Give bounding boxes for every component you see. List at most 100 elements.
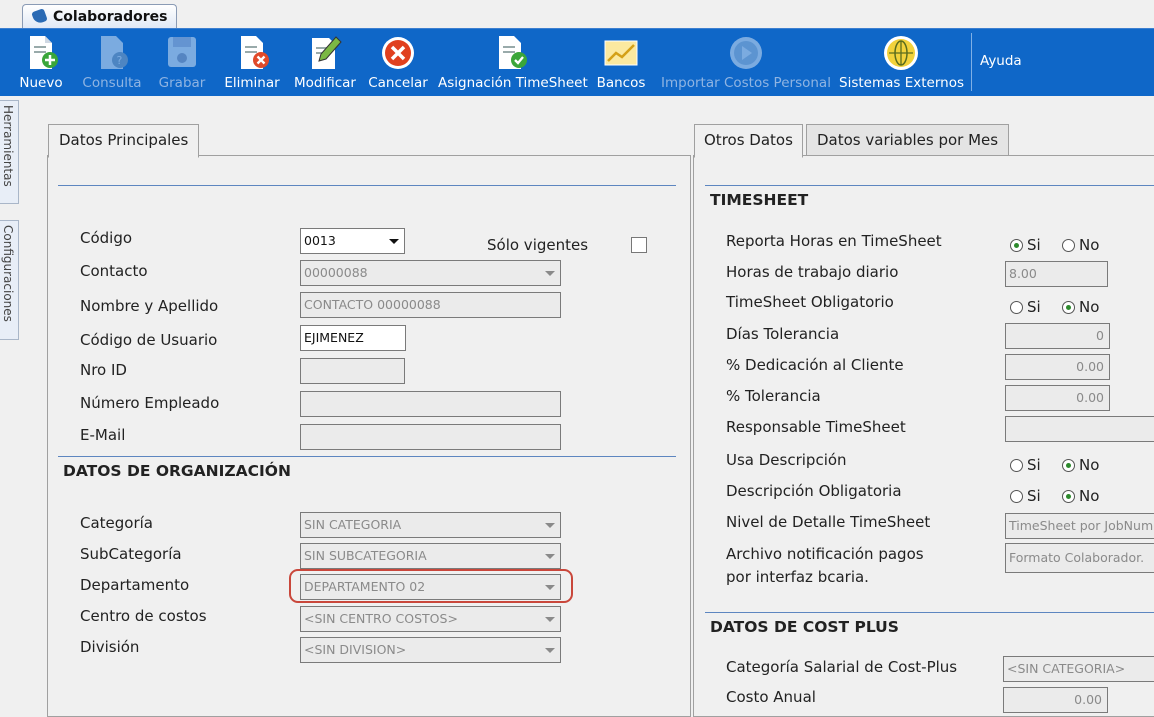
usuario-label: Código de Usuario (80, 331, 218, 349)
empleado-field[interactable] (300, 391, 561, 417)
new-document-icon (30, 36, 58, 69)
archivo-notificacion-label-2: por interfaz bcaria. (726, 568, 869, 586)
highlight-annotation (289, 569, 573, 603)
timesheet-assign-icon (499, 36, 527, 69)
contacto-label: Contacto (80, 262, 148, 280)
centro-costos-dropdown[interactable]: <SIN CENTRO COSTOS> (300, 606, 561, 632)
nombre-field[interactable]: CONTACTO 00000088 (300, 292, 561, 318)
edit-pencil-icon (312, 36, 342, 69)
categoria-salarial-dropdown[interactable]: <SIN CATEGORIA> (1003, 656, 1154, 682)
nroid-field[interactable] (300, 358, 405, 384)
codigo-label: Código (80, 229, 133, 247)
archivo-notificacion-field[interactable]: Formato Colaborador. (1005, 543, 1154, 573)
contacto-dropdown[interactable]: 00000088 (300, 260, 561, 286)
consulta-button[interactable]: ? Consulta (80, 29, 144, 96)
division-dropdown[interactable]: <SIN DIVISION> (300, 637, 561, 663)
query-document-icon: ? (101, 36, 128, 69)
empleado-label: Número Empleado (80, 394, 220, 412)
descripcion-obligatoria-label: Descripción Obligatoria (726, 482, 902, 500)
tab-datos-variables[interactable]: Datos variables por Mes (806, 124, 1010, 155)
costo-anual-label: Costo Anual (726, 688, 816, 706)
horas-diario-label: Horas de trabajo diario (726, 263, 899, 281)
grabar-button[interactable]: Grabar (154, 29, 210, 96)
tab-datos-principales[interactable]: Datos Principales (48, 124, 200, 158)
side-tab-herramientas[interactable]: Herramientas (0, 100, 19, 204)
chevron-down-icon (545, 648, 555, 653)
obligatorio-si-radio[interactable]: Si (1010, 298, 1041, 316)
departamento-label: Departamento (80, 576, 190, 594)
document-tab-strip: Colaboradores (0, 0, 1154, 29)
chevron-down-icon (389, 239, 399, 244)
email-label: E-Mail (80, 426, 126, 444)
dias-tolerancia-label: Días Tolerancia (726, 325, 840, 343)
cancel-icon (382, 37, 414, 69)
delete-document-icon (241, 36, 269, 69)
reporta-si-radio[interactable]: Si (1010, 236, 1041, 254)
tab-colaboradores[interactable]: Colaboradores (22, 4, 177, 29)
tab-otros-datos[interactable]: Otros Datos (694, 124, 803, 158)
save-disk-icon (168, 37, 196, 67)
chevron-down-icon (545, 523, 555, 528)
import-play-icon (730, 37, 762, 69)
email-field[interactable] (300, 424, 561, 450)
tolerancia-label: % Tolerancia (726, 387, 821, 405)
eliminar-button[interactable]: Eliminar (222, 29, 282, 96)
nivel-detalle-label: Nivel de Detalle TimeSheet (726, 513, 931, 531)
horas-diario-field[interactable]: 8.00 (1005, 261, 1108, 287)
centro-costos-label: Centro de costos (80, 607, 207, 625)
desc-oblig-si-radio[interactable]: Si (1010, 487, 1041, 505)
nuevo-button[interactable]: Nuevo (14, 29, 68, 96)
nombre-label: Nombre y Apellido (80, 297, 219, 315)
bank-chart-icon (604, 40, 638, 66)
subcategoria-dropdown[interactable]: SIN SUBCATEGORIA (300, 543, 561, 569)
categoria-dropdown[interactable]: SIN CATEGORIA (300, 512, 561, 538)
solo-vigentes-label: Sólo vigentes (487, 236, 589, 254)
svg-text:?: ? (117, 54, 123, 67)
app-icon (31, 8, 48, 25)
section-divider (705, 185, 1154, 186)
categoria-label: Categoría (80, 514, 154, 532)
usa-desc-no-radio[interactable]: No (1062, 456, 1099, 474)
chevron-down-icon (545, 554, 555, 559)
responsable-label: Responsable TimeSheet (726, 418, 906, 436)
codigo-dropdown[interactable]: 0013 (300, 228, 405, 254)
dropdown-button[interactable] (382, 229, 404, 253)
modificar-button[interactable]: Modificar (291, 29, 359, 96)
archivo-notificacion-label: Archivo notificación pagos (726, 545, 924, 563)
tolerancia-field[interactable]: 0.00 (1005, 385, 1110, 411)
dedicacion-field[interactable]: 0.00 (1005, 354, 1110, 380)
subcategoria-label: SubCategoría (80, 545, 182, 563)
importar-costos-button[interactable]: Importar Costos Personal (660, 29, 832, 96)
desc-oblig-no-radio[interactable]: No (1062, 487, 1099, 505)
usa-descripcion-label: Usa Descripción (726, 451, 847, 469)
nivel-detalle-dropdown[interactable]: TimeSheet por JobNum (1005, 513, 1154, 539)
toolbar-separator (971, 33, 972, 91)
usuario-field[interactable]: EJIMENEZ (300, 325, 406, 351)
categoria-salarial-label: Categoría Salarial de Cost-Plus (726, 658, 958, 676)
asignacion-timesheet-button[interactable]: Asignación TimeSheet (438, 29, 588, 96)
division-label: División (80, 638, 140, 656)
usa-desc-si-radio[interactable]: Si (1010, 456, 1041, 474)
obligatorio-no-radio[interactable]: No (1062, 298, 1099, 316)
toolbar: Nuevo ? Consulta Grabar Eliminar Modific… (0, 28, 1154, 96)
costo-anual-field[interactable]: 0.00 (1003, 687, 1108, 713)
chevron-down-icon (545, 617, 555, 622)
bancos-button[interactable]: Bancos (592, 29, 650, 96)
organizacion-section-title: DATOS DE ORGANIZACIÓN (63, 462, 291, 480)
responsable-field[interactable] (1005, 416, 1154, 442)
section-divider (58, 185, 676, 186)
cancelar-button[interactable]: Cancelar (366, 29, 430, 96)
reporta-no-radio[interactable]: No (1062, 236, 1099, 254)
dedicacion-label: % Dedicación al Cliente (726, 356, 904, 374)
section-divider (705, 612, 1154, 613)
timesheet-obligatorio-label: TimeSheet Obligatorio (726, 293, 894, 311)
sistemas-externos-button[interactable]: Sistemas Externos (839, 29, 964, 96)
cost-plus-section-title: DATOS DE COST PLUS (710, 618, 899, 636)
chevron-down-icon (545, 271, 555, 276)
side-tab-configuraciones[interactable]: Configuraciones (0, 220, 19, 340)
dias-tolerancia-field[interactable]: 0 (1005, 323, 1110, 349)
solo-vigentes-checkbox[interactable] (631, 237, 647, 253)
ayuda-link[interactable]: Ayuda (980, 53, 1022, 69)
external-systems-globe-icon (884, 36, 918, 70)
section-divider (58, 456, 676, 457)
